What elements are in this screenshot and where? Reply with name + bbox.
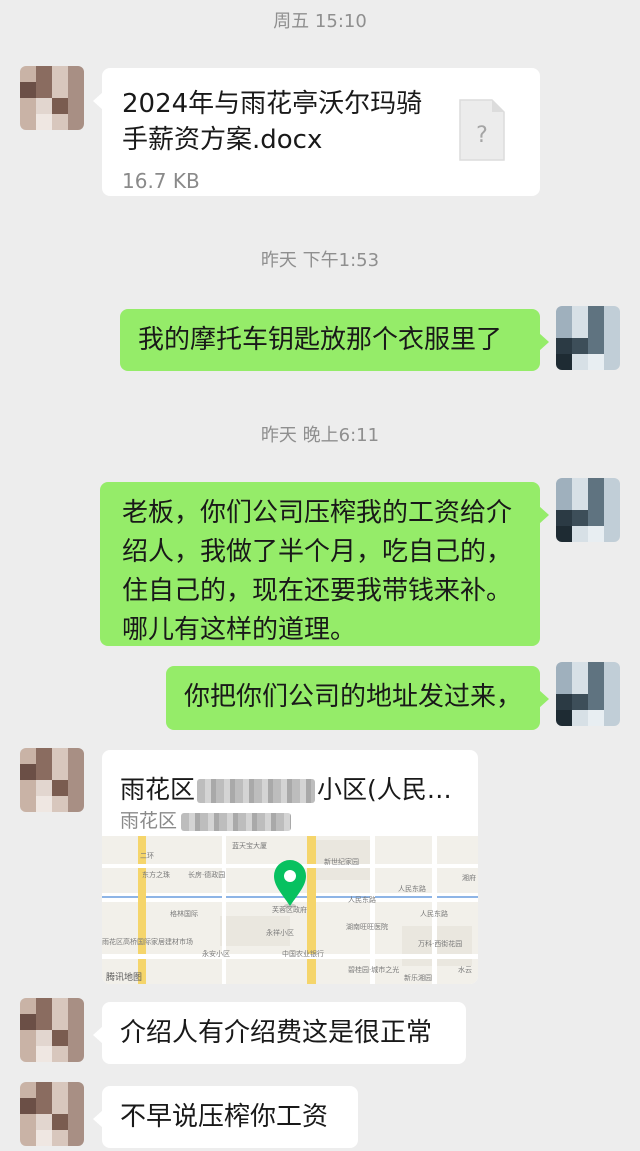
sent-message[interactable]: 老板，你们公司压榨我的工资给介绍人，我做了半个月，吃自己的，住自己的，现在还要我… [100, 482, 549, 646]
location-message[interactable]: 雨花区 小区(人民… 雨花区 蓝天宝大厦 新世纪家园 东方之珠 长房·德政园 人民… [102, 750, 478, 984]
file-name: 2024年与雨花亭沃尔玛骑手薪资方案.docx [122, 89, 423, 155]
file-size: 16.7 KB [122, 169, 200, 193]
my-avatar[interactable] [556, 478, 620, 542]
map-label: 长房·德政园 [188, 870, 225, 879]
contact-avatar[interactable] [20, 748, 84, 812]
map-label: 格林国际 [170, 909, 198, 918]
map-label: 万科·西街花园 [418, 939, 462, 948]
my-avatar[interactable] [556, 306, 620, 370]
map-label: 东方之珠 [142, 870, 170, 879]
contact-avatar[interactable] [20, 998, 84, 1062]
location-title: 雨花区 小区(人民… [120, 775, 452, 804]
received-message[interactable]: 不早说压榨你工资 [93, 1086, 358, 1148]
svg-text:?: ? [476, 123, 488, 148]
map-label: 湖南旺旺医院 [346, 922, 388, 931]
map-label: 湘府 [462, 873, 476, 882]
timestamp: 昨天 晚上6:11 [260, 425, 380, 446]
contact-avatar[interactable] [20, 66, 84, 130]
redacted-text [197, 779, 316, 803]
file-message[interactable]: 2024年与雨花亭沃尔玛骑手薪资方案.docx 16.7 KB ? [93, 68, 540, 196]
map-label: 中国农业银行 [282, 949, 324, 958]
map-label: 新世纪家园 [324, 857, 359, 866]
received-message[interactable]: 介绍人有介绍费这是很正常 [93, 1002, 466, 1064]
contact-avatar[interactable] [20, 1082, 84, 1146]
unknown-file-icon: ? [459, 99, 505, 161]
map-label: 雨花区高桥国际家居建材市场 [102, 937, 193, 946]
timestamp: 昨天 下午1:53 [260, 250, 380, 271]
map-label: 永祥小区 [266, 928, 294, 937]
map-label: 永安小区 [202, 949, 230, 958]
map-label: 碧桂园·城市之光 [348, 965, 399, 974]
map-label: 水云 [458, 965, 472, 974]
my-avatar[interactable] [556, 662, 620, 726]
map-label: 人民东路 [420, 909, 448, 918]
map-label: 二环 [140, 852, 154, 860]
map-label: 蓝天宝大厦 [232, 841, 267, 850]
map-label: 人民东路 [398, 884, 426, 893]
map-label: 新乐湘园 [404, 973, 432, 982]
map-label: 人民东路 [348, 895, 376, 904]
redacted-text [181, 812, 292, 831]
timestamp: 周五 15:10 [273, 11, 367, 32]
sent-message[interactable]: 我的摩托车钥匙放那个衣服里了 [120, 309, 549, 371]
location-map[interactable]: 蓝天宝大厦 新世纪家园 东方之珠 长房·德政园 人民东路 人民东路 格林国际 芙… [102, 836, 478, 984]
sent-message[interactable]: 你把你们公司的地址发过来， [166, 666, 549, 730]
map-attribution: 腾讯地图 [106, 971, 142, 983]
location-address: 雨花区 [120, 806, 292, 833]
